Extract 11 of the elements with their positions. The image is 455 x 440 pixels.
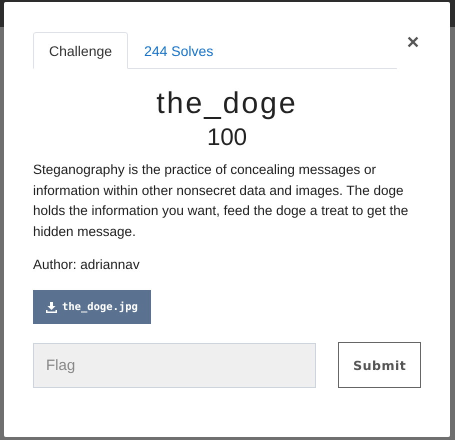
challenge-title: the_doge <box>155 86 299 122</box>
tab[interactable]: 244 Solves <box>128 32 230 69</box>
tab[interactable]: Challenge <box>33 32 128 69</box>
file-download-button[interactable]: the_doge.jpg <box>33 290 151 324</box>
close-button[interactable]: × <box>405 34 421 52</box>
challenge-points: 100 <box>206 124 248 152</box>
challenge-author: Author: adriannav <box>33 256 141 274</box>
submit-button[interactable]: Submit <box>338 342 421 388</box>
download-icon <box>46 302 57 312</box>
flag-input[interactable]: Flag <box>33 342 316 388</box>
challenge-description: Steganography is the practice of concealing messages or information within other nonsecret data and images. The doge holds the information you want, feed the doge a treat to get the hidden message. <box>33 161 409 241</box>
